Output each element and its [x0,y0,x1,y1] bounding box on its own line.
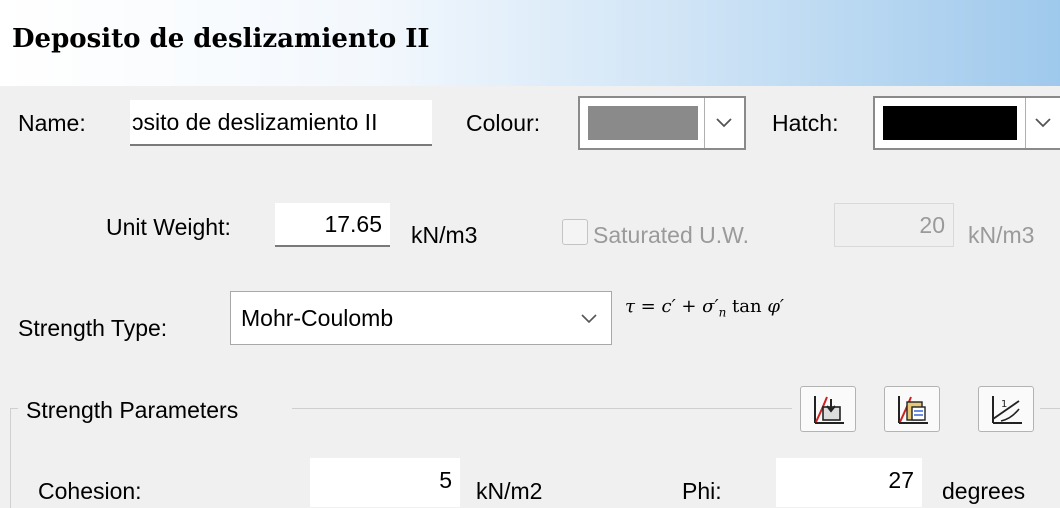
phi-input[interactable]: 27 [776,458,922,507]
hatch-swatch [883,106,1017,140]
phi-label: Phi: [682,478,722,504]
colour-dropdown[interactable] [578,96,746,150]
strength-type-value: Mohr-Coulomb [241,305,394,331]
import-function-button[interactable] [800,386,856,432]
chevron-down-icon [716,118,732,128]
saturated-uw-label: Saturated U.W. [593,222,749,248]
colour-label: Colour: [466,110,541,136]
unit-weight-label: Unit Weight: [106,214,231,240]
name-input[interactable]: ɔsito de deslizamiento II [130,100,432,146]
copy-function-button[interactable] [884,386,940,432]
saturated-uw-unit: kN/m3 [968,222,1035,248]
saturated-uw-input[interactable]: 20 [834,203,954,247]
phi-unit: degrees [942,478,1026,504]
cohesion-unit: kN/m2 [476,478,543,504]
strength-type-label: Strength Type: [18,315,168,341]
mohr-coulomb-formula: τ = c′ + σ′n tan φ′ [625,296,785,320]
import-function-icon [814,396,844,424]
hatch-label: Hatch: [772,110,839,136]
name-label: Name: [18,110,86,136]
cohesion-input[interactable]: 5 [310,458,460,507]
title-bar: Deposito de deslizamiento II [0,0,1060,86]
strength-parameters-group-label: Strength Parameters [26,397,239,423]
graph-edit-button[interactable]: 1 [978,386,1034,432]
chevron-down-icon [1035,118,1051,128]
svg-text:1: 1 [1001,399,1007,410]
saturated-uw-checkbox[interactable] [562,219,588,245]
window-title: Deposito de deslizamiento II [12,24,430,54]
hatch-dropdown[interactable] [873,96,1060,150]
unit-weight-unit: kN/m3 [411,222,478,248]
chevron-down-icon [581,314,597,324]
unit-weight-input[interactable]: 17.65 [275,203,390,247]
graph-edit-icon: 1 [992,396,1022,424]
cohesion-label: Cohesion: [38,478,142,504]
colour-swatch [588,106,698,140]
strength-type-dropdown[interactable]: Mohr-Coulomb [230,291,612,345]
copy-function-icon [898,396,928,424]
